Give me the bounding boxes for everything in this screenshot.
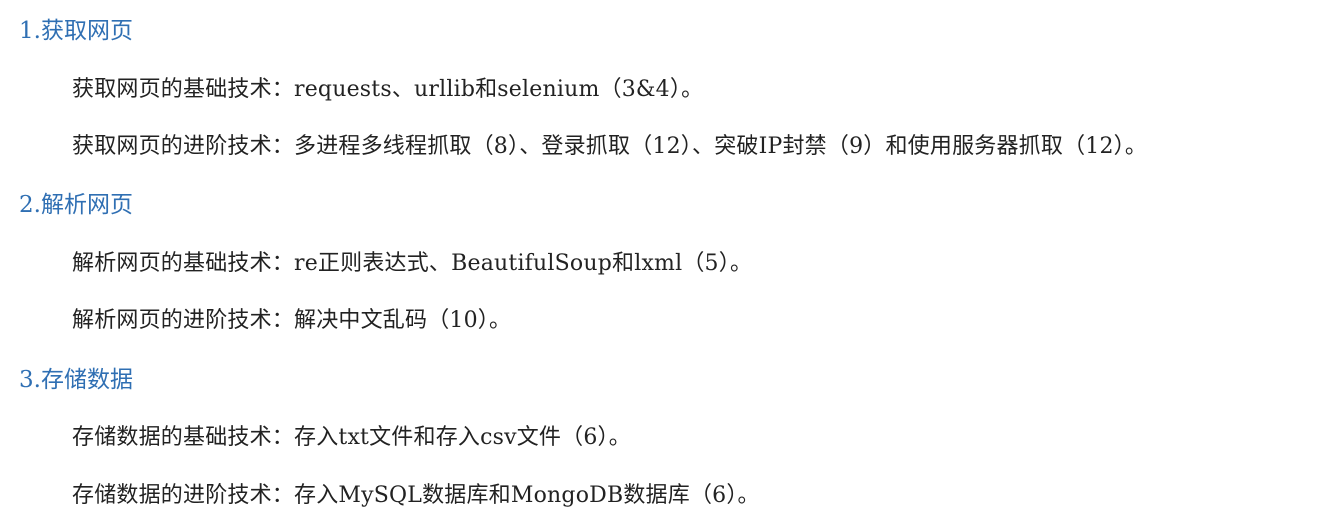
section-heading-fetch: 1.获取网页 [19, 18, 133, 44]
store-basic-line: 存储数据的基础技术：存入txt文件和存入csv文件（6）。 [72, 425, 631, 450]
fetch-advanced-line: 获取网页的进阶技术：多进程多线程抓取（8）、登录抓取（12）、突破IP封禁（9）… [72, 134, 1148, 159]
document-body: 1.获取网页 获取网页的基础技术：requests、urllib和seleniu… [0, 0, 1331, 522]
fetch-basic-line: 获取网页的基础技术：requests、urllib和selenium（3&4）。 [72, 77, 704, 102]
parse-basic-line: 解析网页的基础技术：re正则表达式、BeautifulSoup和lxml（5）。 [72, 251, 753, 276]
section-heading-parse: 2.解析网页 [19, 192, 133, 218]
parse-advanced-line: 解析网页的进阶技术：解决中文乱码（10）。 [72, 308, 512, 333]
store-advanced-line: 存储数据的进阶技术：存入MySQL数据库和MongoDB数据库（6）。 [72, 483, 760, 508]
section-heading-store: 3.存储数据 [19, 367, 133, 393]
